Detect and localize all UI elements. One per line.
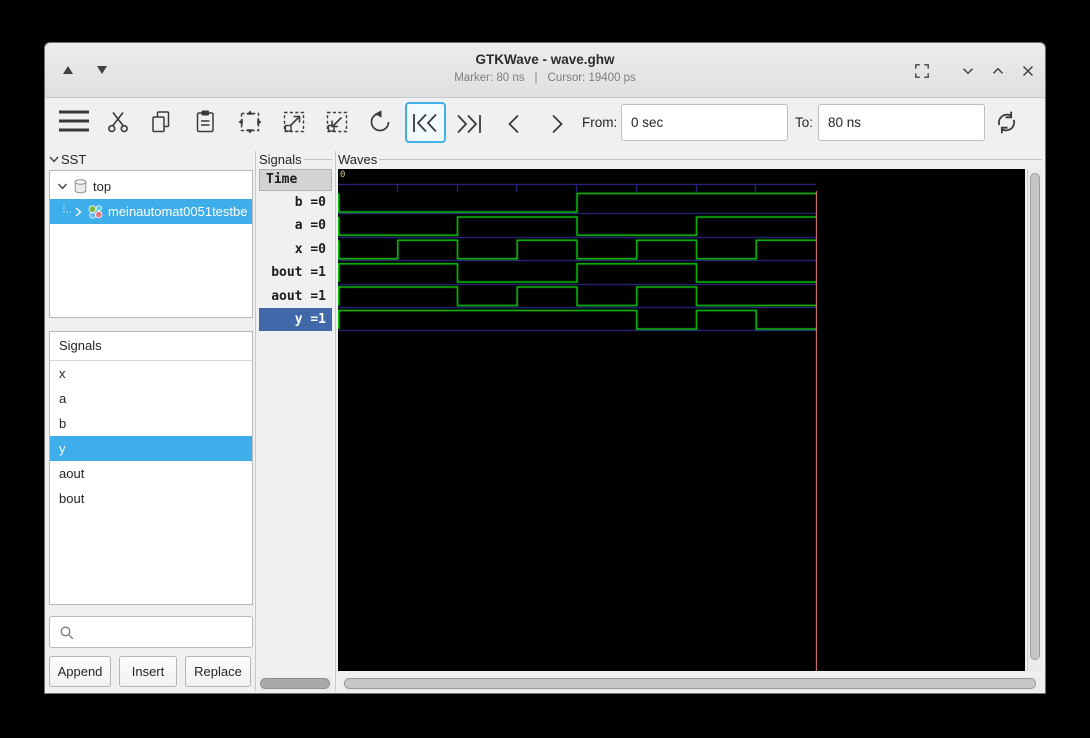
copy-button[interactable] bbox=[150, 110, 172, 134]
clipboard-icon bbox=[194, 109, 216, 134]
chevron-right-icon bbox=[546, 113, 568, 135]
tree-item-label: top bbox=[93, 179, 111, 194]
next-edge-button[interactable] bbox=[546, 113, 568, 135]
prev-edge-button[interactable] bbox=[503, 113, 525, 135]
cursor-status: Cursor: 19400 ps bbox=[548, 72, 636, 84]
signal-item-a[interactable]: a bbox=[50, 386, 252, 411]
cut-button[interactable] bbox=[107, 110, 129, 134]
fullscreen-button[interactable] bbox=[913, 62, 931, 80]
zoom-in-button[interactable] bbox=[281, 109, 307, 135]
hamburger-icon bbox=[57, 106, 91, 136]
replace-button[interactable]: Replace bbox=[185, 656, 251, 687]
zoom-out-button[interactable] bbox=[324, 109, 350, 135]
tree-item-top[interactable]: top bbox=[50, 174, 252, 199]
signal-value-row[interactable]: b =0 bbox=[259, 191, 332, 214]
signal-list-header[interactable]: Signals bbox=[50, 332, 252, 361]
chevron-left-icon bbox=[503, 113, 525, 135]
to-input[interactable] bbox=[818, 104, 985, 141]
signal-value-row[interactable]: a =0 bbox=[259, 214, 332, 237]
signals-hscrollbar-thumb[interactable] bbox=[260, 678, 330, 689]
chevron-up-icon bbox=[989, 62, 1007, 80]
signal-item-x[interactable]: x bbox=[50, 361, 252, 386]
fullscreen-icon bbox=[913, 62, 931, 80]
search-icon bbox=[59, 625, 75, 641]
window-title: GTKWave - wave.ghw bbox=[45, 52, 1045, 67]
wave-canvas[interactable] bbox=[338, 169, 1025, 671]
window-status: Marker: 80 ns | Cursor: 19400 ps bbox=[45, 72, 1045, 84]
sst-tree: top meinautomat0051testbe bbox=[49, 170, 253, 318]
signal-item-bout[interactable]: bout bbox=[50, 486, 252, 511]
scissors-icon bbox=[107, 110, 129, 134]
reload-icon bbox=[993, 109, 1020, 136]
titlebar[interactable]: GTKWave - wave.ghw Marker: 80 ns | Cursor:… bbox=[45, 43, 1045, 98]
close-button[interactable] bbox=[1019, 62, 1037, 80]
signals-frame-label: Signals bbox=[259, 152, 302, 167]
tree-branch-line bbox=[62, 204, 72, 220]
module-icon bbox=[87, 204, 104, 220]
signal-list-panel: Signals x a b y aout bout bbox=[49, 331, 253, 605]
wave-vscrollbar[interactable] bbox=[1027, 169, 1042, 671]
signal-value-row[interactable]: aout =1 bbox=[259, 285, 332, 308]
skip-to-start-icon bbox=[411, 112, 441, 134]
signal-item-b[interactable]: b bbox=[50, 411, 252, 436]
reload-button[interactable] bbox=[993, 109, 1020, 136]
zoom-out-icon bbox=[324, 109, 350, 135]
zoom-in-icon bbox=[281, 109, 307, 135]
signal-value-row[interactable]: x =0 bbox=[259, 238, 332, 261]
zoom-fit-icon bbox=[237, 109, 263, 135]
to-label: To: bbox=[795, 115, 813, 130]
waves-frame-label: Waves bbox=[338, 152, 377, 167]
close-icon bbox=[1019, 62, 1037, 80]
zoom-fit-button[interactable] bbox=[237, 109, 263, 135]
undo-button[interactable] bbox=[367, 109, 393, 135]
insert-button[interactable]: Insert bbox=[119, 656, 177, 687]
signal-value-row[interactable]: bout =1 bbox=[259, 261, 332, 284]
undo-icon bbox=[367, 109, 393, 135]
database-icon bbox=[74, 179, 87, 194]
copy-icon bbox=[150, 110, 172, 134]
pane-splitter[interactable] bbox=[335, 151, 336, 691]
status-separator: | bbox=[535, 72, 538, 84]
wave-origin-label: 0 bbox=[340, 170, 345, 180]
pane-splitter[interactable] bbox=[255, 151, 256, 691]
marker-status: Marker: 80 ns bbox=[454, 72, 524, 84]
expander-chevron-right-icon bbox=[74, 206, 83, 218]
minimize-button[interactable] bbox=[959, 62, 977, 80]
expander-chevron-down-icon bbox=[57, 182, 68, 191]
from-label: From: bbox=[582, 115, 617, 130]
tree-item-label: meinautomat0051testbe bbox=[108, 204, 247, 219]
append-button[interactable]: Append bbox=[49, 656, 111, 687]
signal-value-row[interactable]: y =1 bbox=[259, 308, 332, 331]
gtkwave-window: GTKWave - wave.ghw Marker: 80 ns | Cursor:… bbox=[44, 42, 1046, 694]
frame-border bbox=[379, 159, 1042, 160]
paste-button[interactable] bbox=[194, 109, 216, 134]
skip-to-end-icon bbox=[451, 113, 483, 135]
maximize-button[interactable] bbox=[989, 62, 1007, 80]
wave-area[interactable]: 0 bbox=[338, 169, 1025, 671]
sst-frame-label[interactable]: SST bbox=[61, 152, 86, 167]
signal-item-aout[interactable]: aout bbox=[50, 461, 252, 486]
wave-hscrollbar-thumb[interactable] bbox=[344, 678, 1036, 689]
chevron-down-icon bbox=[49, 155, 59, 164]
zoom-to-start-button[interactable] bbox=[405, 102, 446, 143]
from-input[interactable] bbox=[621, 104, 788, 141]
signals-hscrollbar[interactable] bbox=[259, 677, 332, 691]
zoom-to-end-button[interactable] bbox=[451, 113, 483, 135]
menu-button[interactable] bbox=[57, 106, 91, 136]
wave-vscrollbar-thumb[interactable] bbox=[1030, 173, 1040, 660]
wave-hscrollbar[interactable] bbox=[341, 677, 1040, 691]
tree-item-testbench[interactable]: meinautomat0051testbe bbox=[50, 199, 252, 224]
signal-search-field[interactable] bbox=[49, 616, 253, 648]
signal-item-y[interactable]: y bbox=[50, 436, 252, 461]
chevron-down-icon bbox=[959, 62, 977, 80]
frame-border bbox=[304, 159, 332, 160]
time-header[interactable]: Time bbox=[259, 169, 332, 191]
